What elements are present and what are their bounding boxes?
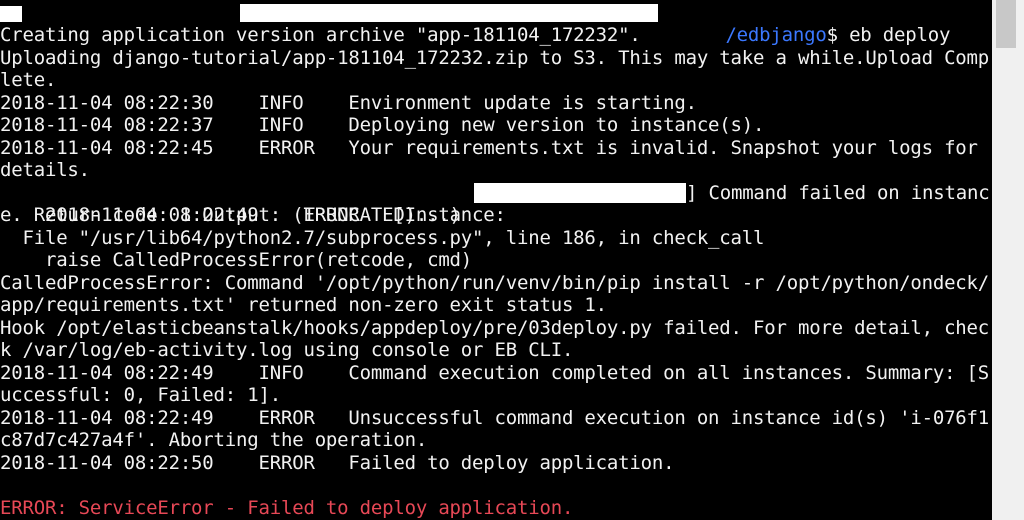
output-line: uccessful: 0, Failed: 1]. — [0, 384, 281, 406]
log-line-info: 2018-11-04 08:22:30 INFO Environment upd… — [0, 92, 697, 114]
redacted-path — [240, 4, 658, 22]
log-line-info: 2018-11-04 08:22:49 INFO Command executi… — [0, 362, 990, 384]
log-line-info: 2018-11-04 08:22:37 INFO Deploying new v… — [0, 114, 765, 136]
log-line-error: 2018-11-04 08:22:49 ERROR Unsuccessful c… — [0, 407, 990, 429]
log-line-error: 2018-11-04 08:22:50 ERROR Failed to depl… — [0, 452, 675, 474]
output-line: app/requirements.txt' returned non-zero … — [0, 294, 607, 316]
vertical-scrollbar[interactable] — [992, 0, 1024, 520]
log-line-error: 2018-11-04 08:22:49 ERROR [Instance: ] C… — [0, 182, 992, 226]
terminal-window[interactable]: /edbjango$ eb deploy Creating applicatio… — [0, 0, 992, 520]
output-line: Creating application version archive "ap… — [0, 24, 641, 46]
traceback-line: File "/usr/lib64/python2.7/subprocess.py… — [0, 227, 765, 249]
output-line: details. — [0, 159, 90, 181]
output-line: lete. — [0, 69, 57, 91]
log-line-error: 2018-11-04 08:22:45 ERROR Your requireme… — [0, 137, 978, 159]
instance-tail: ] Command failed on instanc — [686, 182, 990, 204]
output-line: Uploading django-tutorial/app-181104_172… — [0, 47, 990, 69]
output-line: e. Return code: 1 Output: (TRUNCATED)...… — [0, 204, 461, 226]
final-error-message: ERROR: ServiceError - Failed to deploy a… — [0, 497, 574, 519]
prompt-path: /edbjango — [725, 24, 827, 46]
prompt-line: /edbjango$ eb deploy — [0, 2, 950, 46]
scrollbar-thumb[interactable] — [996, 0, 1016, 48]
output-line: CalledProcessError: Command '/opt/python… — [0, 272, 990, 294]
redacted-user — [0, 6, 22, 22]
redacted-instance-id — [474, 183, 686, 203]
traceback-line: raise CalledProcessError(retcode, cmd) — [0, 249, 473, 271]
output-line: Hook /opt/elasticbeanstalk/hooks/appdepl… — [0, 317, 990, 339]
output-line: c87d7c427a4f'. Aborting the operation. — [0, 429, 428, 451]
output-line: k /var/log/eb-activity.log using console… — [0, 339, 574, 361]
prompt-command: $ eb deploy — [826, 24, 951, 46]
